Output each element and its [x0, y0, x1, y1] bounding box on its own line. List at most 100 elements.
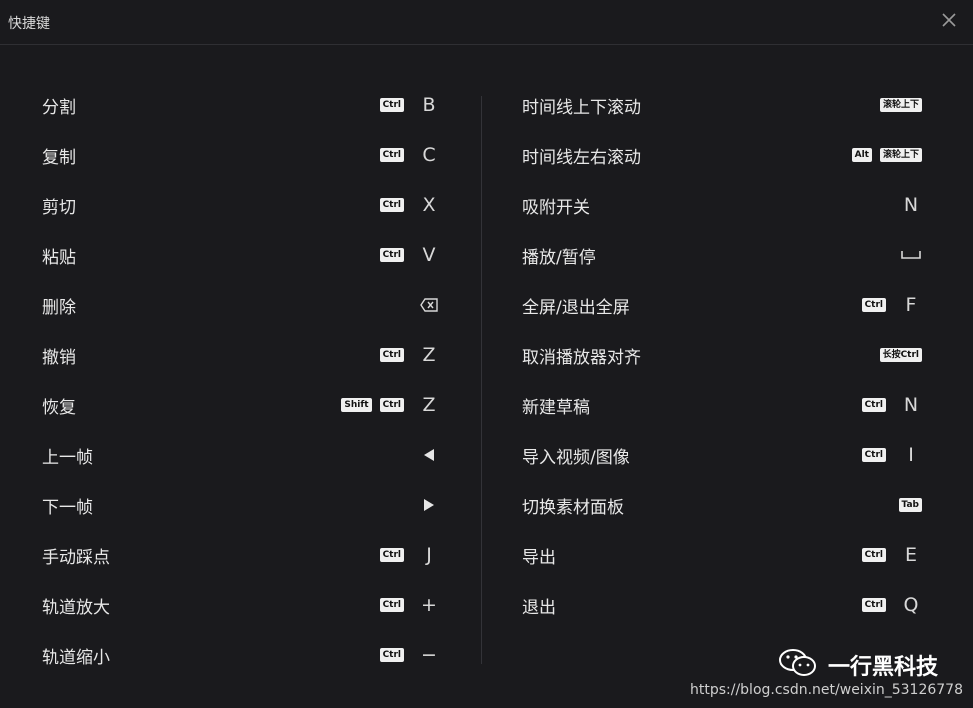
modifier-key-badge: Ctrl: [861, 298, 886, 312]
shortcut-label: 分割: [42, 97, 76, 118]
shortcut-keys: Ctrl N: [854, 380, 922, 430]
shortcut-row: 导入视频/图像 Ctrl I: [522, 430, 922, 480]
backspace-icon: [418, 298, 440, 312]
shortcut-label: 时间线上下滚动: [522, 97, 641, 118]
modifier-key-badge: Ctrl: [379, 248, 404, 262]
source-url: https://blog.csdn.net/weixin_53126778: [689, 682, 963, 698]
shortcut-key: N: [903, 394, 919, 416]
shortcut-keys: Shift Ctrl Z: [333, 380, 440, 430]
shortcut-label: 全屏/退出全屏: [522, 297, 630, 318]
shortcut-keys: Ctrl −: [372, 630, 440, 680]
modifier-key-badge: 滚轮上下: [879, 98, 922, 112]
modifier-key-badge: Alt: [851, 148, 872, 162]
shortcut-row: 分割 Ctrl B: [42, 80, 440, 130]
shortcut-key: Q: [903, 594, 919, 616]
shortcut-label: 吸附开关: [522, 197, 590, 218]
modifier-key-badge: Shift: [341, 398, 372, 412]
modifier-key-badge: Ctrl: [379, 98, 404, 112]
shortcut-row: 恢复 Shift Ctrl Z: [42, 380, 440, 430]
shortcut-keys: 长按Ctrl: [872, 330, 922, 380]
shortcut-key: V: [422, 244, 436, 266]
shortcut-label: 轨道放大: [42, 597, 110, 618]
shortcut-row: 播放/暂停: [522, 230, 922, 280]
shortcut-row: 吸附开关 N: [522, 180, 922, 230]
watermark: 一行黑科技: [778, 648, 938, 682]
shortcut-label: 下一帧: [42, 497, 93, 518]
shortcut-label: 删除: [42, 297, 76, 318]
shortcut-label: 剪切: [42, 197, 76, 218]
shortcut-key: C: [422, 144, 436, 166]
shortcut-keys: Ctrl F: [854, 280, 922, 330]
shortcut-label: 粘贴: [42, 247, 76, 268]
shortcut-key: Z: [422, 394, 436, 416]
shortcut-keys: Ctrl Z: [372, 330, 440, 380]
shortcut-label: 导入视频/图像: [522, 447, 630, 468]
shortcut-list-right: 时间线上下滚动 滚轮上下 时间线左右滚动 Alt 滚轮上下 吸附开关 N 播放/暂停 全屏/退出…: [522, 80, 922, 630]
shortcut-row: 复制 Ctrl C: [42, 130, 440, 180]
shortcut-label: 复制: [42, 147, 76, 168]
modifier-key-badge: Ctrl: [379, 198, 404, 212]
shortcut-label: 上一帧: [42, 447, 93, 468]
shortcut-key: Z: [422, 344, 436, 366]
shortcut-key: −: [421, 644, 437, 666]
shortcut-key: X: [422, 194, 436, 216]
modifier-key-badge: Ctrl: [861, 398, 886, 412]
shortcut-row: 剪切 Ctrl X: [42, 180, 440, 230]
shortcut-row: 时间线上下滚动 滚轮上下: [522, 80, 922, 130]
modifier-key-badge: Ctrl: [379, 598, 404, 612]
shortcut-row: 退出 Ctrl Q: [522, 580, 922, 630]
shortcut-row: 时间线左右滚动 Alt 滚轮上下: [522, 130, 922, 180]
shortcut-key: +: [421, 594, 437, 616]
shortcut-label: 手动踩点: [42, 547, 110, 568]
shortcut-keys: Tab: [891, 480, 922, 530]
shortcut-keys: Ctrl J: [372, 530, 440, 580]
shortcut-row: 切换素材面板 Tab: [522, 480, 922, 530]
shortcut-row: 轨道缩小 Ctrl −: [42, 630, 440, 680]
shortcut-row: 取消播放器对齐 长按Ctrl: [522, 330, 922, 380]
shortcut-keys: Ctrl B: [372, 80, 440, 130]
shortcut-row: 上一帧: [42, 430, 440, 480]
shortcut-label: 切换素材面板: [522, 497, 624, 518]
shortcut-keys: [404, 480, 440, 530]
modifier-key-badge: Ctrl: [861, 448, 886, 462]
shortcut-label: 恢复: [42, 397, 76, 418]
shortcut-row: 下一帧: [42, 480, 440, 530]
shortcut-label: 新建草稿: [522, 397, 590, 418]
shortcut-key: N: [903, 194, 919, 216]
shortcut-keys: Ctrl X: [372, 180, 440, 230]
shortcut-label: 播放/暂停: [522, 247, 596, 268]
modifier-key-badge: Ctrl: [379, 148, 404, 162]
shortcut-label: 导出: [522, 547, 556, 568]
modifier-key-badge: Ctrl: [379, 398, 404, 412]
shortcut-row: 撤销 Ctrl Z: [42, 330, 440, 380]
shortcut-keys: Ctrl I: [854, 430, 922, 480]
shortcut-label: 取消播放器对齐: [522, 347, 641, 368]
shortcut-keys: [404, 430, 440, 480]
column-divider: [481, 96, 482, 664]
window-title: 快捷键: [8, 16, 50, 32]
shortcut-keys: Ctrl C: [372, 130, 440, 180]
space-icon: [900, 250, 922, 260]
close-icon[interactable]: [939, 10, 959, 30]
shortcut-label: 撤销: [42, 347, 76, 368]
shortcut-keys: Ctrl V: [372, 230, 440, 280]
shortcut-keys: Ctrl +: [372, 580, 440, 630]
modifier-key-badge: Ctrl: [379, 548, 404, 562]
arrow-right-icon: [418, 498, 440, 512]
shortcut-keys: Ctrl E: [854, 530, 922, 580]
watermark-text: 一行黑科技: [828, 655, 939, 680]
modifier-key-badge: Ctrl: [379, 648, 404, 662]
shortcut-list-left: 分割 Ctrl B 复制 Ctrl C 剪切 Ctrl X 粘贴 Ctrl V 删除 撤销 Ctrl Z 恢复 S…: [42, 80, 440, 680]
shortcut-keys: [404, 280, 440, 330]
shortcut-row: 新建草稿 Ctrl N: [522, 380, 922, 430]
shortcut-keys: Alt 滚轮上下: [844, 130, 922, 180]
shortcut-key: B: [422, 94, 436, 116]
shortcut-label: 时间线左右滚动: [522, 147, 641, 168]
shortcut-key: E: [904, 544, 917, 566]
wechat-icon: [778, 648, 818, 682]
modifier-key-badge: Tab: [898, 498, 922, 512]
modifier-key-badge: Ctrl: [861, 548, 886, 562]
shortcut-keys: N: [886, 180, 922, 230]
arrow-left-icon: [418, 448, 440, 462]
shortcut-keys: 滚轮上下: [872, 80, 922, 130]
